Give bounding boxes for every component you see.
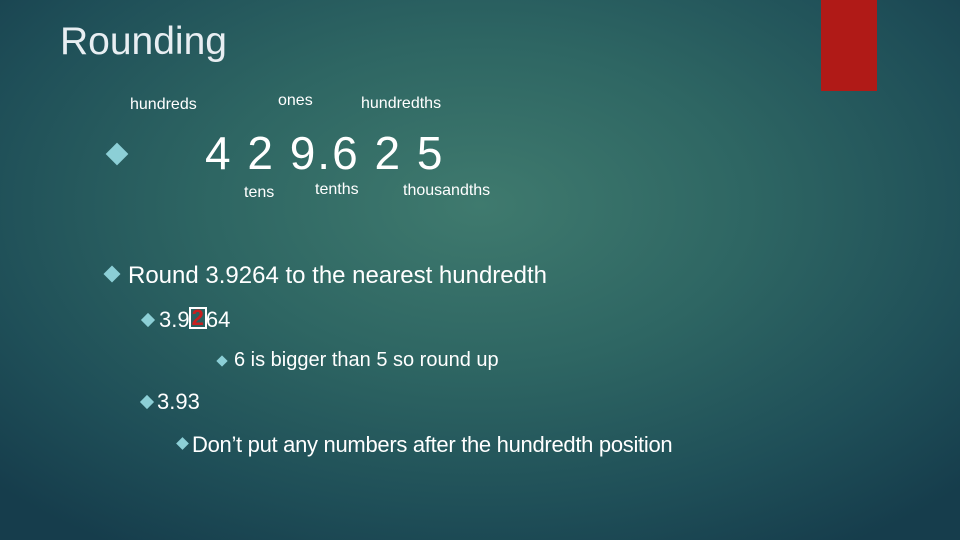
diamond-bullet-icon — [103, 265, 121, 283]
diamond-bullet-icon — [176, 437, 189, 450]
number-suffix: 64 — [205, 307, 231, 332]
bullet-round-instruction: Round 3.9264 to the nearest hundredth — [128, 262, 547, 289]
bullet-highlighted-number: 3.9264 — [159, 307, 230, 333]
label-hundredths: hundredths — [361, 95, 442, 112]
accent-bar — [821, 0, 877, 91]
bullet-round-up-reason: 6 is bigger than 5 so round up — [234, 349, 499, 371]
label-ones: ones — [278, 92, 313, 109]
example-number: 4 2 9.6 2 5 — [205, 127, 445, 179]
slide-title: Rounding — [60, 20, 227, 63]
bullet-answer: 3.93 — [157, 389, 200, 414]
label-thousandths: thousandths — [403, 182, 491, 199]
diamond-bullet-icon — [216, 355, 228, 367]
label-hundreds: hundreds — [130, 96, 197, 113]
label-tenths: tenths — [315, 181, 359, 198]
highlighted-digit: 2 — [188, 307, 207, 329]
diamond-bullet-icon — [105, 142, 129, 166]
diamond-bullet-icon — [140, 312, 156, 328]
label-tens: tens — [244, 184, 275, 201]
bullet-note: Don’t put any numbers after the hundredt… — [192, 432, 673, 457]
diamond-bullet-icon — [139, 394, 155, 410]
number-prefix: 3.9 — [159, 307, 190, 332]
